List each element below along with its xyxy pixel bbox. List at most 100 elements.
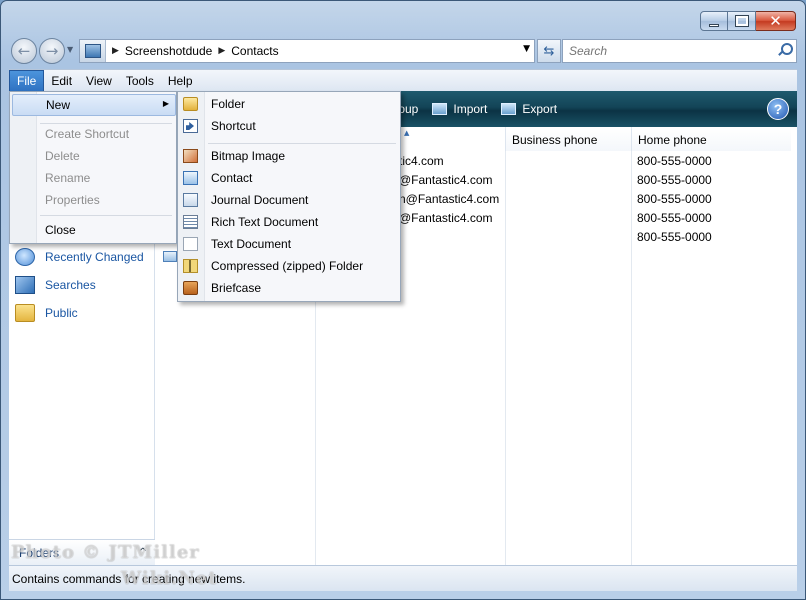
address-bar[interactable]: ▶ Screenshotdude ▶ Contacts ▼ (79, 39, 535, 63)
breadcrumb-chevron-icon[interactable]: ▶ (218, 46, 225, 56)
nav-link-label: Public (45, 306, 78, 320)
forward-button[interactable]: → (39, 38, 65, 64)
home-phone-cell[interactable]: 800-555-0000 (637, 192, 712, 206)
email-cell[interactable]: n@Fantastic4.com (399, 192, 499, 206)
item-label: Folder (211, 97, 246, 111)
location-icon (80, 40, 106, 62)
import-label: Import (453, 102, 488, 116)
new-zip-folder-item[interactable]: Compressed (zipped) Folder (178, 256, 400, 276)
new-contact-item[interactable]: Contact (178, 168, 400, 188)
file-menu-create-shortcut[interactable]: Create Shortcut (45, 127, 129, 141)
zip-folder-icon (183, 259, 198, 273)
watermark: Photo © JTMiller (11, 542, 200, 563)
new-folder-item[interactable]: Folder (178, 94, 400, 114)
item-label: Rich Text Document (211, 215, 319, 229)
menu-view[interactable]: View (79, 70, 119, 92)
address-dropdown-icon[interactable]: ▼ (523, 44, 530, 54)
import-icon (432, 103, 448, 115)
new-bitmap-item[interactable]: Bitmap Image (178, 146, 400, 166)
file-menu: New ▶ Create Shortcut Delete Rename Prop… (9, 91, 177, 244)
close-icon: ✕ (769, 12, 782, 30)
new-submenu: Folder Shortcut Bitmap Image Contact Jou… (177, 91, 401, 302)
back-button[interactable]: ← (11, 38, 37, 64)
file-menu-delete[interactable]: Delete (45, 149, 80, 163)
breadcrumb-chevron-icon[interactable]: ▶ (112, 46, 119, 56)
folder-icon (183, 97, 198, 111)
nav-link-searches[interactable]: Searches (15, 276, 96, 294)
nav-link-public[interactable]: Public (15, 304, 78, 322)
email-cell[interactable]: @Fantastic4.com (399, 173, 493, 187)
column-header-business-phone[interactable]: Business phone (505, 129, 631, 151)
journal-icon (183, 193, 198, 207)
text-doc-icon (183, 237, 198, 251)
shortcut-icon (183, 119, 198, 133)
new-journal-item[interactable]: Journal Document (178, 190, 400, 210)
search-input[interactable] (563, 44, 763, 58)
item-label: Bitmap Image (211, 149, 286, 163)
maximize-button[interactable] (728, 11, 756, 31)
export-button[interactable]: Export (501, 102, 557, 116)
export-label: Export (522, 102, 558, 116)
new-label: New (46, 98, 71, 112)
item-label: Briefcase (211, 281, 262, 295)
item-label: Text Document (211, 237, 292, 251)
breadcrumb-contacts[interactable]: Contacts (231, 44, 278, 58)
folder-icon (15, 304, 35, 322)
email-cell[interactable]: tic4.com (399, 154, 444, 168)
new-shortcut-item[interactable]: Shortcut (178, 116, 400, 136)
contact-icon (183, 171, 198, 185)
close-button[interactable]: ✕ (756, 11, 796, 31)
home-phone-cell[interactable]: 800-555-0000 (637, 230, 712, 244)
home-phone-cell[interactable]: 800-555-0000 (637, 154, 712, 168)
breadcrumb-screenshotdude[interactable]: Screenshotdude (125, 44, 212, 58)
back-arrow-icon: ← (17, 42, 31, 60)
address-row: ← → ▼ ▶ Screenshotdude ▶ Contacts ▼ ⇆ (9, 37, 797, 65)
new-rtf-item[interactable]: Rich Text Document (178, 212, 400, 232)
explorer-window: ✕ ← → ▼ ▶ Screenshotdude ▶ Contacts ▼ ⇆ … (0, 0, 806, 600)
sort-indicator-icon: ▲ (404, 129, 410, 137)
nav-link-label: Recently Changed (45, 250, 144, 264)
refresh-icon: ⇆ (543, 43, 555, 59)
file-menu-rename[interactable]: Rename (45, 171, 90, 185)
nav-link-label: Searches (45, 278, 96, 292)
menu-edit[interactable]: Edit (44, 70, 79, 92)
search-icon[interactable] (778, 43, 793, 55)
menu-help[interactable]: Help (161, 70, 200, 92)
forward-arrow-icon: → (45, 42, 59, 60)
file-menu-new[interactable]: New ▶ (12, 94, 176, 116)
refresh-button[interactable]: ⇆ (537, 39, 561, 63)
item-label: Shortcut (211, 119, 256, 133)
home-phone-cell[interactable]: 800-555-0000 (637, 173, 712, 187)
item-label: Journal Document (211, 193, 309, 207)
recently-changed-icon (15, 248, 35, 266)
minimize-icon (709, 23, 719, 27)
minimize-button[interactable] (700, 11, 728, 31)
bitmap-icon (183, 149, 198, 163)
search-box[interactable] (562, 39, 797, 63)
caption-buttons: ✕ (700, 11, 796, 31)
nav-link-recently-changed[interactable]: Recently Changed (15, 248, 144, 266)
help-icon: ? (773, 101, 783, 117)
menu-bar: File Edit View Tools Help (9, 69, 797, 92)
home-phone-cell[interactable]: 800-555-0000 (637, 211, 712, 225)
new-text-document-item[interactable]: Text Document (178, 234, 400, 254)
column-header-home-phone[interactable]: Home phone (631, 129, 791, 151)
rtf-icon (183, 215, 198, 229)
help-button[interactable]: ? (767, 98, 789, 120)
menu-tools[interactable]: Tools (119, 70, 161, 92)
file-menu-properties[interactable]: Properties (45, 193, 100, 207)
file-menu-close[interactable]: Close (45, 223, 76, 237)
maximize-icon (734, 15, 749, 27)
contact-icon (163, 251, 177, 262)
item-label: Contact (211, 171, 253, 185)
export-icon (501, 103, 517, 115)
searches-icon (15, 276, 35, 294)
menu-file[interactable]: File (9, 69, 45, 92)
briefcase-icon (183, 281, 198, 295)
email-cell[interactable]: @Fantastic4.com (399, 211, 493, 225)
item-label: Compressed (zipped) Folder (211, 259, 364, 273)
recent-pages-dropdown[interactable]: ▼ (67, 45, 73, 54)
submenu-arrow-icon: ▶ (162, 99, 169, 108)
new-briefcase-item[interactable]: Briefcase (178, 278, 400, 298)
import-button[interactable]: Import (432, 102, 487, 116)
